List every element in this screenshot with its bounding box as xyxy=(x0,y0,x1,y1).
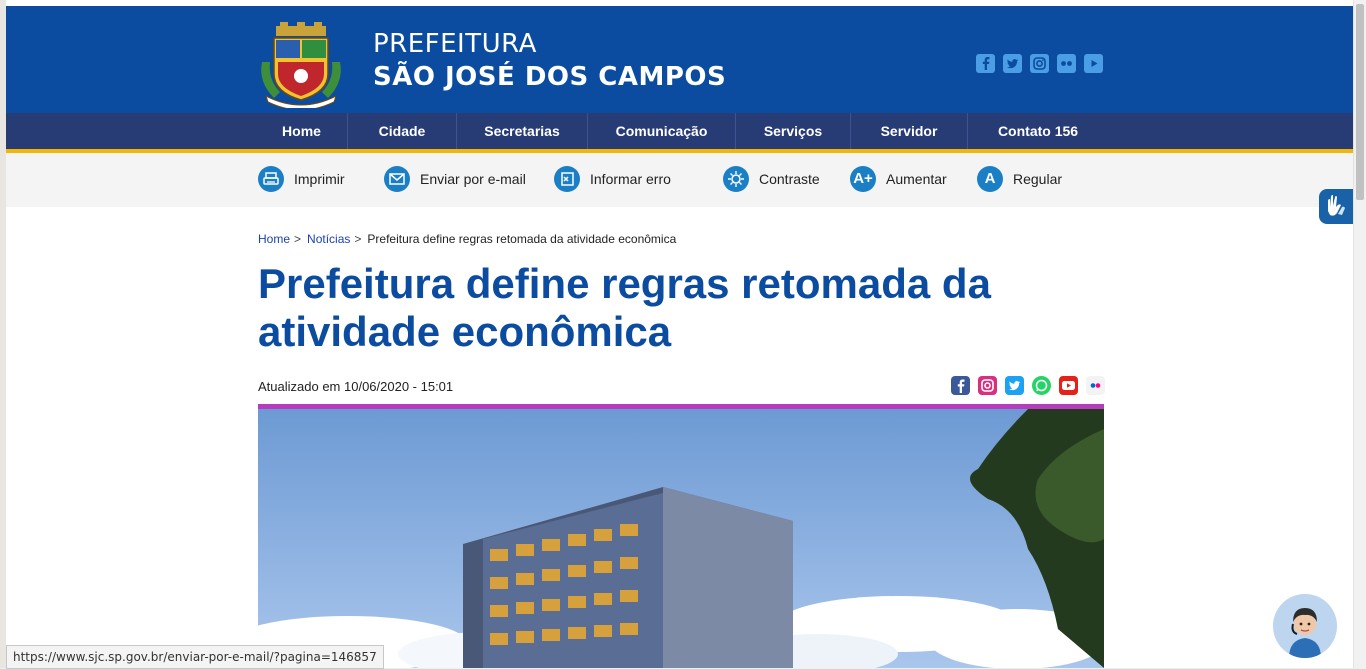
accessibility-toolbar: Imprimir Enviar por e-mail Informar erro… xyxy=(6,153,1354,207)
nav-item-servicos[interactable]: Serviços xyxy=(736,113,851,149)
regular-font-label: Regular xyxy=(1013,171,1063,187)
page: PREFEITURA SÃO JOSÉ DOS CAMPOS Home Cida… xyxy=(6,0,1354,668)
instagram-icon[interactable] xyxy=(978,376,997,395)
twitter-icon[interactable] xyxy=(1003,54,1022,73)
breadcrumb: Home > Notícias > Prefeitura define regras r… xyxy=(258,232,676,246)
nav-item-servidor[interactable]: Servidor xyxy=(851,113,968,149)
facebook-icon[interactable] xyxy=(976,54,995,73)
site-header: PREFEITURA SÃO JOSÉ DOS CAMPOS xyxy=(6,6,1354,113)
flickr-icon[interactable] xyxy=(1086,376,1105,395)
nav-item-home[interactable]: Home xyxy=(256,113,348,149)
contrast-label: Contraste xyxy=(759,171,820,187)
breadcrumb-home-link[interactable]: Home xyxy=(258,232,290,246)
twitter-icon[interactable] xyxy=(1005,376,1024,395)
vlibras-accessibility-widget[interactable] xyxy=(1319,189,1353,224)
virtual-assistant-avatar[interactable] xyxy=(1273,594,1337,658)
print-button[interactable]: Imprimir xyxy=(258,166,345,192)
contrast-sun-icon xyxy=(723,166,749,192)
article-share-links xyxy=(951,376,1105,395)
nav-item-comunicacao[interactable]: Comunicação xyxy=(588,113,736,149)
brand-line-2: SÃO JOSÉ DOS CAMPOS xyxy=(373,62,727,92)
article-hero-image xyxy=(258,409,1104,668)
increase-font-label: Aumentar xyxy=(886,171,947,187)
youtube-icon[interactable] xyxy=(1059,376,1078,395)
brand-line-1: PREFEITURA xyxy=(373,29,537,59)
main-navigation: Home Cidade Secretarias Comunicação Serv… xyxy=(6,113,1354,149)
header-social-links xyxy=(976,54,1103,73)
site-brand[interactable]: PREFEITURA SÃO JOSÉ DOS CAMPOS xyxy=(373,28,726,94)
send-email-label: Enviar por e-mail xyxy=(420,171,526,187)
contrast-button[interactable]: Contraste xyxy=(723,166,820,192)
page-scrollbar[interactable] xyxy=(1353,0,1366,668)
breadcrumb-separator: > xyxy=(294,232,302,246)
send-email-button[interactable]: Enviar por e-mail xyxy=(384,166,526,192)
regular-font-button[interactable]: A Regular xyxy=(977,166,1062,192)
youtube-icon[interactable] xyxy=(1084,54,1103,73)
report-error-label: Informar erro xyxy=(590,171,671,187)
city-coat-of-arms-logo[interactable] xyxy=(256,22,346,111)
envelope-icon xyxy=(384,166,410,192)
article-title: Prefeitura define regras retomada da ati… xyxy=(258,260,991,355)
breadcrumb-separator: > xyxy=(354,232,362,246)
browser-status-url: https://www.sjc.sp.gov.br/enviar-por-e-m… xyxy=(6,645,384,669)
font-increase-icon: A+ xyxy=(850,166,876,192)
flickr-icon[interactable] xyxy=(1057,54,1076,73)
report-error-button[interactable]: Informar erro xyxy=(554,166,671,192)
breadcrumb-news-link[interactable]: Notícias xyxy=(307,232,350,246)
nav-item-cidade[interactable]: Cidade xyxy=(348,113,457,149)
breadcrumb-current: Prefeitura define regras retomada da ati… xyxy=(367,232,677,246)
nav-item-secretarias[interactable]: Secretarias xyxy=(457,113,588,149)
print-label: Imprimir xyxy=(294,171,345,187)
whatsapp-icon[interactable] xyxy=(1032,376,1051,395)
report-error-icon xyxy=(554,166,580,192)
font-regular-icon: A xyxy=(977,166,1003,192)
facebook-icon[interactable] xyxy=(951,376,970,395)
article-updated-date: Atualizado em 10/06/2020 - 15:01 xyxy=(258,379,454,394)
scrollbar-thumb[interactable] xyxy=(1356,4,1364,200)
sign-language-hands-icon xyxy=(1328,195,1345,216)
increase-font-button[interactable]: A+ Aumentar xyxy=(850,166,947,192)
instagram-icon[interactable] xyxy=(1030,54,1049,73)
printer-icon xyxy=(258,166,284,192)
nav-item-contato-156[interactable]: Contato 156 xyxy=(968,113,1108,149)
